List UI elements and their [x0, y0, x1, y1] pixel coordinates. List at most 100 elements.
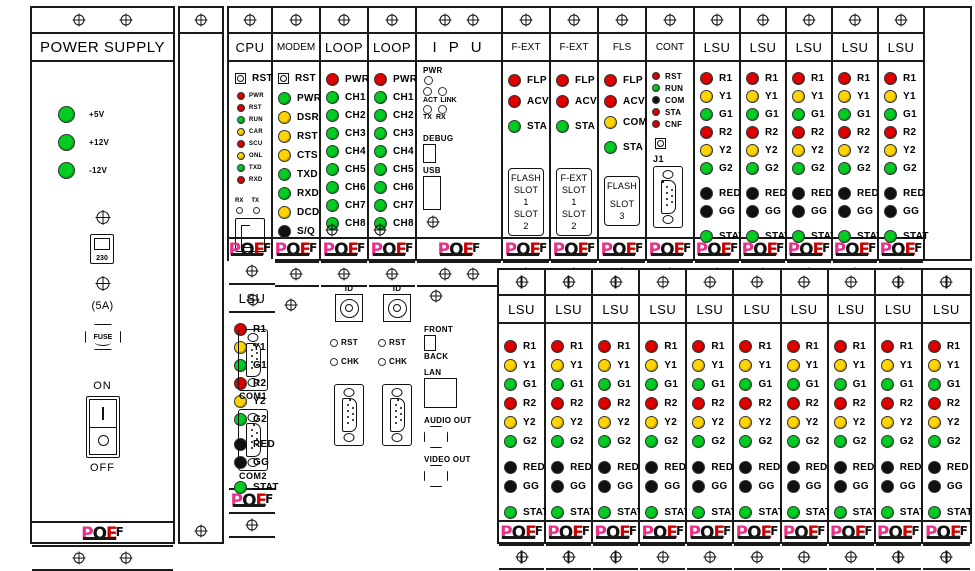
lsu-body: R1 Y1 G1 R2 Y2 G2 RED GG STAT	[593, 324, 643, 520]
led-indicator-stat	[645, 506, 659, 519]
led-row: ACV	[508, 93, 549, 110]
led-label: Y1	[570, 360, 583, 371]
led-label: DSR	[297, 112, 320, 123]
logo-underline	[784, 535, 818, 539]
led-indicator-ch3	[326, 127, 339, 140]
audio-out-jack[interactable]	[424, 426, 448, 448]
led-row: TXD	[278, 166, 321, 183]
led-indicator-rst	[237, 104, 245, 112]
led-indicator-small	[423, 87, 432, 96]
power-supply-title: POWER SUPPLY	[32, 34, 173, 62]
chk-button[interactable]	[378, 357, 386, 366]
com2-db9-connector[interactable]	[238, 409, 268, 471]
reset-button[interactable]	[235, 73, 246, 84]
logo-underline	[230, 252, 264, 256]
led-row: R2	[504, 395, 549, 412]
led-row: RUN	[652, 82, 685, 94]
led-row: R2	[739, 395, 784, 412]
reset-button[interactable]	[278, 73, 289, 84]
rst-button[interactable]	[330, 338, 338, 347]
led-label: Y2	[805, 417, 819, 428]
led-row: RED	[645, 459, 690, 476]
lsu-module-bottom-4: LSU R1 Y1 G1 R2 Y2 G2 RED GG STAT P O E F	[640, 270, 690, 570]
screw-cross-icon	[429, 289, 443, 303]
screw-cross-icon	[325, 223, 339, 237]
reset-button[interactable]	[655, 138, 666, 149]
usb-port[interactable]	[423, 176, 441, 210]
led-indicator-rxd	[237, 176, 245, 184]
brand-logo-bar: POEF	[741, 237, 785, 263]
brand-logo-bar: POEF	[273, 237, 319, 263]
led-label: Y1	[903, 91, 916, 102]
led-row: PWR	[374, 71, 417, 88]
led-label: TXD	[297, 169, 318, 180]
led-row: GG	[700, 203, 745, 220]
led-indicator-pwr	[374, 73, 387, 86]
led-label: GG	[805, 481, 822, 492]
logo-underline	[878, 535, 912, 539]
j1-db9-connector[interactable]	[653, 166, 683, 228]
led-row: Y2	[692, 414, 737, 431]
logo-letter-f: F	[817, 523, 826, 538]
com1-db9-connector[interactable]	[238, 329, 268, 391]
led-indicator-rst	[652, 72, 660, 80]
id-rotary-switch[interactable]	[335, 294, 363, 322]
led-label: RED	[570, 462, 593, 473]
logo-underline	[927, 535, 960, 539]
led-label: Y2	[711, 417, 725, 428]
module-title-label: LSU	[749, 39, 777, 55]
video-out-jack[interactable]	[424, 465, 448, 487]
led-row: Y2	[504, 414, 549, 431]
loop-db9-connector[interactable]	[382, 384, 412, 446]
led-row: G2	[880, 433, 926, 450]
led-row: CAR	[237, 126, 264, 138]
screw-cross-icon	[703, 275, 717, 289]
loop-db9-connector[interactable]	[334, 384, 364, 446]
lan-port[interactable]	[424, 378, 457, 408]
led-indicator-red	[692, 461, 706, 474]
led-indicator-r1	[833, 340, 847, 353]
cont-module-body: RST RUN COM STA CNF J1	[647, 62, 693, 237]
poef-logo: POEF	[500, 523, 543, 542]
logo-letter-f: F	[534, 523, 543, 538]
screw-cross-icon	[466, 13, 480, 27]
led-indicator-com	[604, 116, 617, 129]
led-label: RED	[852, 462, 875, 473]
lsu-module-bottom-5: LSU R1 Y1 G1 R2 Y2 G2 RED GG STAT P O E F	[687, 270, 737, 570]
led-row: RED	[551, 459, 596, 476]
logo-underline	[596, 535, 630, 539]
fuse-holder[interactable]: FUSE	[85, 324, 121, 350]
screw-cross-icon	[119, 551, 133, 565]
logo-underline	[554, 252, 588, 256]
switch-off-label: OFF	[90, 462, 115, 474]
led-row: R2	[700, 124, 745, 141]
led-indicator-small	[438, 87, 447, 96]
led-label: CH7	[345, 200, 366, 211]
led-indicator-g2	[692, 435, 706, 448]
chk-button[interactable]	[330, 357, 338, 366]
debug-port[interactable]	[423, 144, 436, 163]
led-indicator-g1	[880, 378, 894, 391]
led-label: R2	[711, 398, 725, 409]
rst-button[interactable]	[378, 338, 386, 347]
id-rotary-switch[interactable]	[383, 294, 411, 322]
power-switch[interactable]	[86, 396, 120, 458]
led-row: CH7	[326, 197, 369, 214]
lsu-bottom-screw-bar	[687, 546, 733, 570]
cpu-module-screw-bar	[229, 8, 271, 34]
voltage-selector[interactable]: 230	[90, 234, 114, 264]
logo-letter-f: F	[730, 240, 739, 255]
led-row: R2	[746, 124, 791, 141]
front-back-switch[interactable]	[424, 335, 436, 351]
led-label: Y2	[617, 417, 631, 428]
screw-cross-icon	[245, 264, 259, 278]
led-indicator-y1	[884, 90, 897, 103]
led-row: GG	[551, 478, 596, 495]
led-label: GG	[765, 206, 782, 217]
lsu-module-top-1-body: R1 Y1 G1 R2 Y2 G2 RED GG STAT	[695, 62, 745, 243]
led-indicator-r2	[692, 397, 706, 410]
poef-logo: POEF	[547, 524, 590, 542]
led-label: Y2	[899, 417, 913, 428]
led-label: G2	[946, 436, 961, 447]
poef-logo: POEF	[736, 524, 779, 542]
